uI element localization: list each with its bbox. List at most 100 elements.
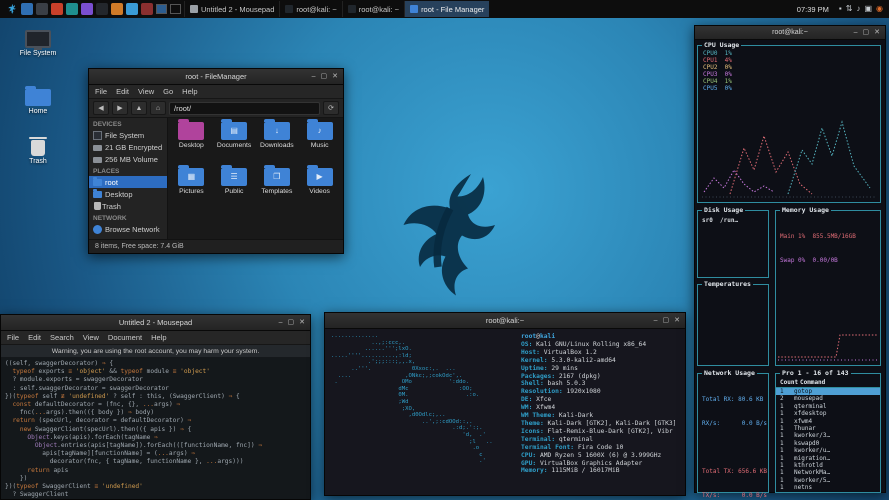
minimize-button[interactable]: –: [654, 313, 658, 328]
maximize-button[interactable]: ▢: [663, 313, 670, 328]
workspace-1[interactable]: [156, 4, 167, 14]
menu-file[interactable]: File: [7, 333, 19, 342]
command-header[interactable]: Command: [800, 379, 825, 386]
folder-item-desktop[interactable]: Desktop: [170, 122, 213, 168]
minimize-button[interactable]: –: [312, 69, 316, 84]
minimize-button[interactable]: –: [854, 25, 858, 40]
back-icon[interactable]: ◀: [93, 101, 109, 115]
workspace-2[interactable]: [170, 4, 181, 14]
menu-file[interactable]: File: [95, 87, 107, 96]
taskbar-window-3[interactable]: root - File Manager: [404, 1, 489, 17]
forward-icon[interactable]: ▶: [112, 101, 128, 115]
reload-button[interactable]: ⟳: [323, 101, 339, 115]
process-command: kworker/5…: [794, 477, 830, 484]
process-row[interactable]: 1Thunar: [776, 425, 880, 432]
process-row[interactable]: 1kworker/3…: [776, 432, 880, 439]
menu-edit[interactable]: Edit: [28, 333, 41, 342]
menu-go[interactable]: Go: [163, 87, 173, 96]
path-bar[interactable]: /root/: [169, 102, 320, 115]
process-row[interactable]: 1qterminal: [776, 403, 880, 410]
kali-menu-icon[interactable]: [4, 2, 18, 16]
taskbar-window-1[interactable]: root@kali: ~: [279, 1, 341, 17]
clipboard-icon[interactable]: ▣: [862, 0, 874, 18]
folder-item-pictures[interactable]: ▦Pictures: [170, 168, 213, 214]
process-count: 1: [780, 388, 794, 395]
maximize-button[interactable]: ▢: [288, 315, 295, 330]
folder-item-public[interactable]: ☰Public: [213, 168, 256, 214]
volume-icon[interactable]: ♪: [854, 0, 862, 18]
sidebar-item-21-gb-encrypted[interactable]: 21 GB Encrypted: [89, 141, 167, 153]
desktop-icon-file-system[interactable]: File System: [10, 28, 66, 57]
qterminal-icon[interactable]: [66, 3, 78, 15]
process-row[interactable]: 2mousepad: [776, 395, 880, 402]
browser-icon[interactable]: [126, 3, 138, 15]
sidebar-item-256-mb-volume[interactable]: 256 MB Volume: [89, 153, 167, 165]
terminal-titlebar[interactable]: root@kali:~ – ▢ ✕: [325, 313, 685, 329]
menu-edit[interactable]: Edit: [116, 87, 129, 96]
desktop-icon-trash[interactable]: Trash: [10, 136, 66, 165]
file-manager-title: root - FileManager: [89, 72, 343, 81]
process-row[interactable]: 1gotop: [776, 388, 880, 395]
sidebar-item-trash[interactable]: Trash: [89, 200, 167, 212]
process-row[interactable]: 1kworker/u…: [776, 447, 880, 454]
taskbar-window-2[interactable]: root@kali: ~: [342, 1, 404, 17]
process-row[interactable]: 1kswapd0: [776, 440, 880, 447]
minimize-button[interactable]: –: [279, 315, 283, 330]
screenshot-icon[interactable]: [96, 3, 108, 15]
terminal-content[interactable]: .............. ..,;:ccc,. ......''';lxO.…: [325, 329, 685, 495]
maximize-button[interactable]: ▢: [321, 69, 328, 84]
close-button[interactable]: ✕: [874, 25, 880, 40]
process-row[interactable]: 1NetworkMa…: [776, 469, 880, 476]
process-row[interactable]: 1netns: [776, 484, 880, 491]
gotop-titlebar[interactable]: root@kali:~ – ▢ ✕: [695, 26, 885, 40]
sidebar-item-browse-network[interactable]: Browse Network: [89, 223, 167, 235]
sidebar-item-root[interactable]: root: [89, 176, 167, 188]
close-button[interactable]: ✕: [332, 69, 338, 84]
code-line: })(typeof SwaggerClient ≡ 'undefined': [5, 483, 306, 491]
mousepad-titlebar[interactable]: Untitled 2 - Mousepad – ▢ ✕: [1, 315, 310, 331]
burpsuite-icon[interactable]: [111, 3, 123, 15]
home-icon[interactable]: ⌂: [150, 101, 166, 115]
file-manager-titlebar[interactable]: root - FileManager – ▢ ✕: [89, 69, 343, 85]
menu-view[interactable]: View: [83, 333, 99, 342]
desktop: Untitled 2 - Mousepadroot@kali: ~root@ka…: [0, 0, 889, 500]
process-row[interactable]: 1xfwm4: [776, 418, 880, 425]
neofetch-line: Uptime: 29 mins: [521, 365, 676, 373]
menu-help[interactable]: Help: [182, 87, 197, 96]
power-icon[interactable]: ◉: [874, 0, 885, 18]
folder-item-downloads[interactable]: ↓Downloads: [256, 122, 299, 168]
count-header[interactable]: Count: [780, 379, 800, 386]
folder-item-videos[interactable]: ▶Videos: [298, 168, 341, 214]
process-row[interactable]: 1xfdesktop: [776, 410, 880, 417]
text-editor-area[interactable]: ((self, swaggerDecorator) ⇒ { typeof exp…: [1, 358, 310, 499]
process-row[interactable]: 1kworker/5…: [776, 477, 880, 484]
indicator-icon[interactable]: ▪: [837, 0, 844, 18]
mousepad-window: Untitled 2 - Mousepad – ▢ ✕ File Edit Sear…: [0, 314, 311, 500]
menu-help[interactable]: Help: [151, 333, 166, 342]
file-manager-icon[interactable]: [21, 3, 33, 15]
close-button[interactable]: ✕: [674, 313, 680, 328]
menu-search[interactable]: Search: [50, 333, 74, 342]
desktop-icon-home[interactable]: Home: [10, 86, 66, 115]
taskbar-window-0[interactable]: Untitled 2 - Mousepad: [184, 1, 279, 17]
menu-view[interactable]: View: [138, 87, 154, 96]
recorder-icon[interactable]: [141, 3, 153, 15]
firefox-icon[interactable]: [51, 3, 63, 15]
maximize-button[interactable]: ▢: [863, 25, 870, 40]
sidebar-item-desktop[interactable]: Desktop: [89, 188, 167, 200]
menu-document[interactable]: Document: [108, 333, 142, 342]
clock[interactable]: 07:39 PM: [792, 5, 834, 14]
sidebar-item-file-system[interactable]: File System: [89, 129, 167, 141]
folder-item-music[interactable]: ♪Music: [298, 122, 341, 168]
folder-item-documents[interactable]: ▤Documents: [213, 122, 256, 168]
sidebar-item-label: 21 GB Encrypted: [105, 143, 162, 152]
up-icon[interactable]: ▲: [131, 101, 147, 115]
process-row[interactable]: 1migration…: [776, 455, 880, 462]
process-row[interactable]: 1kthrotld: [776, 462, 880, 469]
close-button[interactable]: ✕: [299, 315, 305, 330]
temperatures-panel: Temperatures: [697, 284, 769, 366]
folder-item-templates[interactable]: ❐Templates: [256, 168, 299, 214]
terminal-icon[interactable]: [36, 3, 48, 15]
text-editor-icon[interactable]: [81, 3, 93, 15]
network-icon[interactable]: ⇅: [844, 0, 855, 18]
